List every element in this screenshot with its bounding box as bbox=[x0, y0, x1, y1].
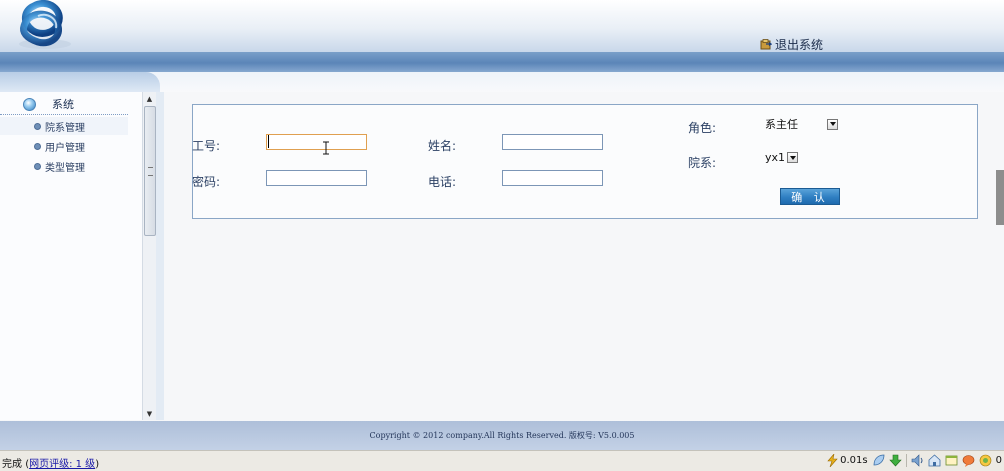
sidebar-item-user-management[interactable]: 用户管理 bbox=[0, 137, 128, 155]
name-label: 姓名: bbox=[428, 139, 457, 153]
emp-id-input[interactable] bbox=[266, 134, 367, 150]
lightning-icon[interactable] bbox=[826, 452, 839, 468]
dept-select[interactable]: yx1 bbox=[765, 151, 799, 164]
password-label: 密码: bbox=[192, 175, 221, 189]
shield-icon[interactable] bbox=[979, 454, 992, 467]
sidebar-group-system[interactable]: 系统 bbox=[0, 94, 128, 115]
grip-icon bbox=[148, 167, 153, 176]
status-text: 完成 (网页评级: 1 级) bbox=[2, 455, 99, 470]
phone-input[interactable] bbox=[502, 170, 603, 186]
separator bbox=[905, 454, 907, 467]
timing-text: 0.01s bbox=[840, 455, 868, 466]
sidebar-item-type-management[interactable]: 类型管理 bbox=[0, 157, 128, 175]
leaf-icon[interactable] bbox=[872, 454, 885, 467]
user-form-panel bbox=[192, 104, 978, 219]
sidebar-corner bbox=[0, 72, 160, 92]
rating-close-paren: ) bbox=[95, 459, 100, 470]
logout-icon bbox=[760, 38, 773, 50]
chat-icon[interactable] bbox=[962, 454, 975, 467]
sidebar: 系统 院系管理 用户管理 类型管理 bbox=[0, 92, 143, 420]
role-selected-value: 系主任 bbox=[765, 118, 798, 131]
sidebar-item-dept-management[interactable]: 院系管理 bbox=[0, 117, 128, 135]
status-done: 完成 bbox=[2, 459, 22, 470]
window-icon[interactable] bbox=[945, 454, 958, 467]
role-label: 角色: bbox=[688, 121, 717, 135]
speaker-icon[interactable] bbox=[911, 454, 924, 467]
bullet-icon bbox=[34, 142, 41, 150]
download-icon[interactable] bbox=[888, 454, 902, 467]
scroll-thumb[interactable] bbox=[144, 106, 156, 236]
sidebar-group-label: 系统 bbox=[52, 98, 74, 111]
name-input[interactable] bbox=[502, 134, 603, 150]
confirm-button[interactable]: 确 认 bbox=[780, 188, 840, 205]
page-rating-link[interactable]: 网页评级: 1 级 bbox=[29, 459, 95, 470]
scroll-down-icon[interactable]: ▼ bbox=[143, 407, 156, 420]
page-footer: Copyright © 2012 company.All Rights Rese… bbox=[0, 421, 1004, 450]
browser-statusbar: 完成 (网页评级: 1 级) 0.01s 0 bbox=[0, 450, 1004, 471]
logout-button[interactable]: 退出系统 bbox=[760, 36, 823, 52]
bullet-icon bbox=[34, 122, 41, 130]
pane-splitter[interactable] bbox=[156, 92, 164, 420]
dept-selected-value: yx1 bbox=[765, 151, 786, 164]
sidebar-item-label: 用户管理 bbox=[45, 142, 85, 154]
scroll-up-icon[interactable]: ▲ bbox=[143, 92, 156, 105]
sidebar-scrollbar[interactable]: ▲ ▼ bbox=[142, 92, 156, 420]
emp-id-label: 工号: bbox=[192, 139, 221, 153]
role-select[interactable]: 系主任 bbox=[765, 116, 838, 132]
sidebar-item-label: 类型管理 bbox=[45, 162, 85, 174]
ibeam-cursor-icon bbox=[322, 141, 330, 155]
right-edge-handle[interactable] bbox=[996, 170, 1004, 225]
status-tray: 0.01s 0 bbox=[826, 452, 1004, 468]
dept-label: 院系: bbox=[688, 156, 717, 170]
chevron-down-icon[interactable] bbox=[827, 118, 838, 130]
system-icon bbox=[23, 97, 36, 111]
app-logo-icon bbox=[14, 0, 76, 50]
sidebar-item-label: 院系管理 bbox=[45, 122, 85, 134]
chevron-down-icon[interactable] bbox=[787, 152, 799, 163]
logout-label: 退出系统 bbox=[775, 37, 824, 52]
counter-text: 0 bbox=[995, 455, 1002, 466]
phone-label: 电话: bbox=[428, 175, 457, 189]
bullet-icon bbox=[34, 162, 41, 170]
copyright-text: Copyright © 2012 company.All Rights Rese… bbox=[369, 431, 635, 440]
header-band bbox=[0, 52, 1004, 72]
app-header: 退出系统 bbox=[0, 0, 1004, 52]
password-input[interactable] bbox=[266, 170, 367, 186]
home-icon[interactable] bbox=[928, 454, 941, 467]
text-caret bbox=[268, 135, 269, 148]
